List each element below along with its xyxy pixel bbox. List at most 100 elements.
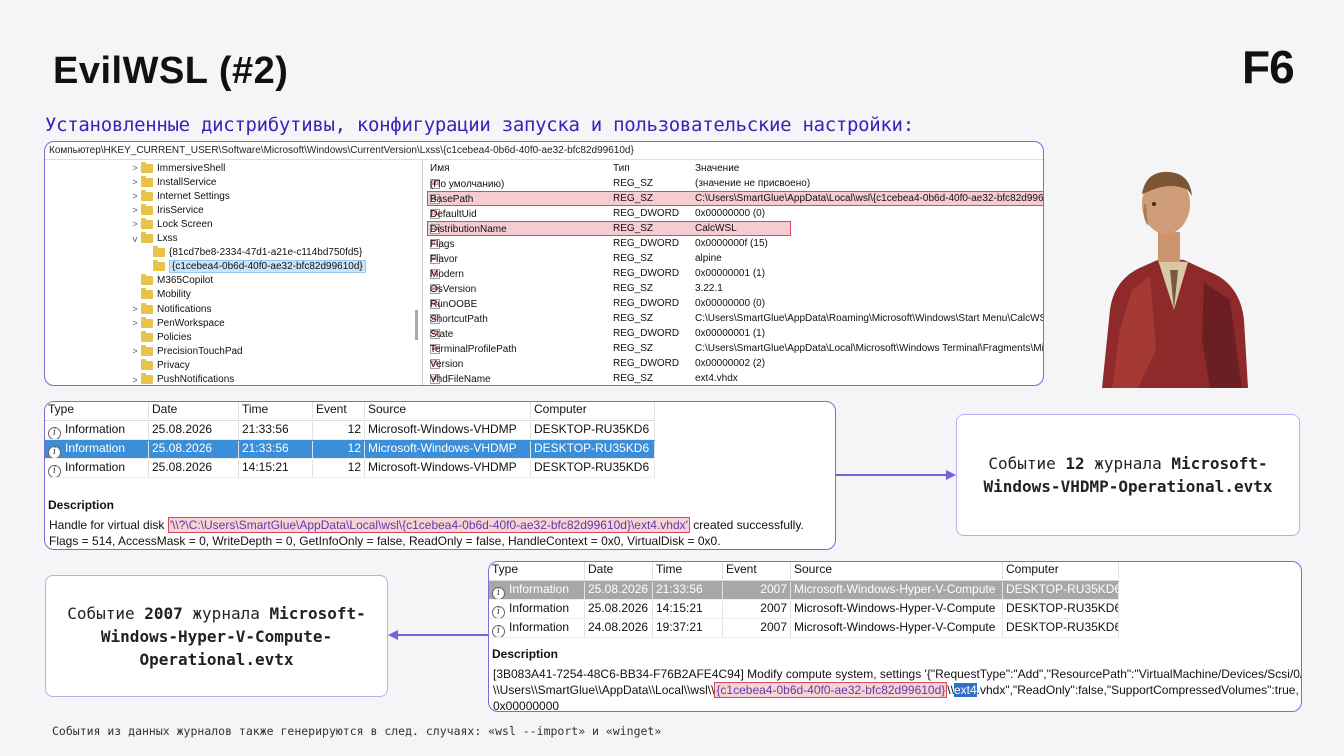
chevron-right-icon[interactable]: > (129, 205, 141, 215)
column-header[interactable]: Type (489, 562, 585, 579)
registry-key[interactable]: > ImmersiveShell (129, 161, 225, 175)
callout-event-id: 2007 (144, 603, 183, 623)
registry-value-row[interactable]: ab VhdFileName REG_SZ ext4.vhdx (425, 372, 1043, 385)
arrow-to-hyperv-callout (398, 634, 488, 636)
registry-value-row[interactable]: ab Flavor REG_SZ alpine (425, 252, 1043, 267)
callout-text: журнала (182, 603, 270, 623)
event-cell-text: 21:33:56 (242, 422, 289, 436)
column-header[interactable]: Time (653, 562, 723, 579)
registry-key[interactable]: Mobility (129, 288, 191, 302)
column-header[interactable]: Source (791, 562, 1003, 579)
chevron-right-icon[interactable]: > (129, 177, 141, 187)
chevron-right-icon[interactable]: > (129, 219, 141, 229)
registry-value-row[interactable]: 01 RunOOBE REG_DWORD 0x00000000 (0) (425, 297, 1043, 312)
registry-key[interactable]: {c1cebea4-0b6d-40f0-ae32-bfc82d99610d} (141, 260, 366, 274)
registry-value-name-text: Version (430, 359, 464, 370)
chevron-right-icon[interactable]: > (129, 318, 141, 328)
column-header[interactable]: Date (585, 562, 653, 579)
vhdx-path-highlight: '\\?\C:\Users\SmartGlue\AppData\Local\ws… (167, 517, 690, 533)
event-cell: 12 (313, 460, 365, 477)
column-header[interactable]: Computer (531, 402, 655, 419)
registry-value-row[interactable]: 01 DefaultUid REG_DWORD 0x00000000 (0) (425, 207, 1043, 222)
registry-key[interactable]: > Notifications (129, 302, 211, 316)
registry-key[interactable]: {81cd7be8-2334-47d1-a21e-c114bd750fd5} (141, 246, 362, 260)
column-header[interactable]: Event (313, 402, 365, 419)
chevron-right-icon[interactable]: > (129, 346, 141, 356)
registry-key[interactable]: > InstallService (129, 175, 216, 189)
column-header[interactable]: Source (365, 402, 531, 419)
column-type[interactable]: Тип (613, 163, 630, 174)
column-data[interactable]: Значение (695, 163, 739, 174)
registry-key[interactable]: Privacy (129, 358, 190, 372)
callout-text: Событие (67, 603, 145, 623)
description-part: \\ (947, 683, 954, 697)
event-cell: Microsoft-Windows-VHDMP (365, 441, 531, 458)
registry-value-row[interactable]: ab DistributionName REG_SZ CalcWSL (425, 222, 1043, 237)
column-header[interactable]: Date (149, 402, 239, 419)
registry-key-label: Privacy (157, 359, 190, 371)
event-row[interactable]: i Information 25.08.2026 21:33:56 12 Microsof… (45, 440, 655, 459)
callout-log-name: Microsoft- (269, 603, 366, 623)
registry-key[interactable]: M365Copilot (129, 274, 213, 288)
registry-value-row[interactable]: 01 State REG_DWORD 0x00000001 (1) (425, 327, 1043, 342)
folder-icon (141, 316, 153, 328)
callout-text: журнала (1084, 454, 1172, 473)
event-cell: 25.08.2026 (149, 460, 239, 477)
registry-value-data: (значение не присвоено) (695, 178, 811, 189)
registry-key[interactable]: > Lock Screen (129, 217, 213, 231)
event-row[interactable]: i Information 25.08.2026 14:15:21 12 Microsof… (45, 459, 655, 478)
event-cell-text: Microsoft-Windows-Hyper-V-Compute (794, 582, 996, 596)
column-header[interactable]: Event (723, 562, 791, 579)
registry-key[interactable]: > PushNotifications (129, 373, 234, 385)
event-cell-text: Microsoft-Windows-VHDMP (368, 422, 517, 436)
chevron-right-icon[interactable]: > (129, 304, 141, 314)
registry-value-row[interactable]: 01 Flags REG_DWORD 0x0000000f (15) (425, 237, 1043, 252)
event-cell-text: Microsoft-Windows-Hyper-V-Compute (794, 620, 996, 634)
event-row[interactable]: i Information 25.08.2026 21:33:56 2007 Micros… (489, 581, 1119, 600)
event-cell-text: Microsoft-Windows-Hyper-V-Compute (794, 601, 996, 615)
event-cell: i Information (45, 441, 149, 458)
registry-key[interactable]: > PenWorkspace (129, 316, 225, 330)
chevron-down-icon[interactable]: v (129, 234, 141, 244)
description-text: Handle for virtual disk '\\?\C:\Users\Sm… (49, 517, 804, 549)
registry-key[interactable]: v Lxss (129, 232, 178, 246)
chevron-right-icon[interactable]: > (129, 375, 141, 385)
chevron-right-icon[interactable]: > (129, 191, 141, 201)
event-row[interactable]: i Information 25.08.2026 21:33:56 12 Microsof… (45, 421, 655, 440)
column-header[interactable]: Type (45, 402, 149, 419)
event-cell: DESKTOP-RU35KD6 (531, 460, 655, 477)
registry-value-row[interactable]: 01 Modern REG_DWORD 0x00000001 (1) (425, 267, 1043, 282)
event-cell-text: 25.08.2026 (152, 460, 213, 474)
registry-key[interactable]: > Internet Settings (129, 189, 230, 203)
column-header[interactable]: Computer (1003, 562, 1119, 579)
description-part: Handle for virtual disk (49, 518, 168, 532)
column-header[interactable]: Time (239, 402, 313, 419)
arrow-to-vhdmp-callout (836, 474, 948, 476)
registry-value-row[interactable]: ab (По умолчанию) REG_SZ (значение не присв… (425, 177, 1043, 192)
registry-key-label: {81cd7be8-2334-47d1-a21e-c114bd750fd5} (169, 247, 363, 259)
registry-key-label: ImmersiveShell (157, 162, 226, 174)
registry-value-row[interactable]: ab OsVersion REG_SZ 3.22.1 (425, 282, 1043, 297)
folder-icon (141, 288, 153, 300)
callout-text: Событие (988, 454, 1066, 473)
event-cell: Microsoft-Windows-Hyper-V-Compute (791, 620, 1003, 637)
registry-key[interactable]: > IrisService (129, 203, 204, 217)
registry-key[interactable]: > PrecisionTouchPad (129, 344, 243, 358)
chevron-right-icon[interactable]: > (129, 163, 141, 173)
registry-value-row[interactable]: ab ShortcutPath REG_SZ C:\Users\SmartGlue\A… (425, 312, 1043, 327)
event-cell: 12 (313, 422, 365, 439)
event-cell-text: 2007 (760, 601, 787, 615)
registry-value-row[interactable]: ab TerminalProfilePath REG_SZ C:\Users\Smar… (425, 342, 1043, 357)
folder-icon (141, 358, 153, 370)
event-row[interactable]: i Information 25.08.2026 14:15:21 2007 Micros… (489, 600, 1119, 619)
registry-value-row[interactable]: 01 Version REG_DWORD 0x00000002 (2) (425, 357, 1043, 372)
registry-value-row[interactable]: ab BasePath REG_SZ C:\Users\SmartGlue\AppDa… (425, 192, 1043, 207)
event-cell-text: 21:33:56 (656, 582, 703, 596)
event-cell: 25.08.2026 (585, 582, 653, 599)
registry-key[interactable]: Policies (129, 330, 191, 344)
tree-scrollbar[interactable] (415, 310, 418, 340)
event-row[interactable]: i Information 24.08.2026 19:37:21 2007 Micros… (489, 619, 1119, 638)
registry-address-bar[interactable]: Компьютер\HKEY_CURRENT_USER\Software\Mic… (45, 142, 1043, 160)
column-name[interactable]: Имя (430, 163, 449, 174)
slide-subtitle: Установленные дистрибутивы, конфигурации… (45, 114, 914, 136)
